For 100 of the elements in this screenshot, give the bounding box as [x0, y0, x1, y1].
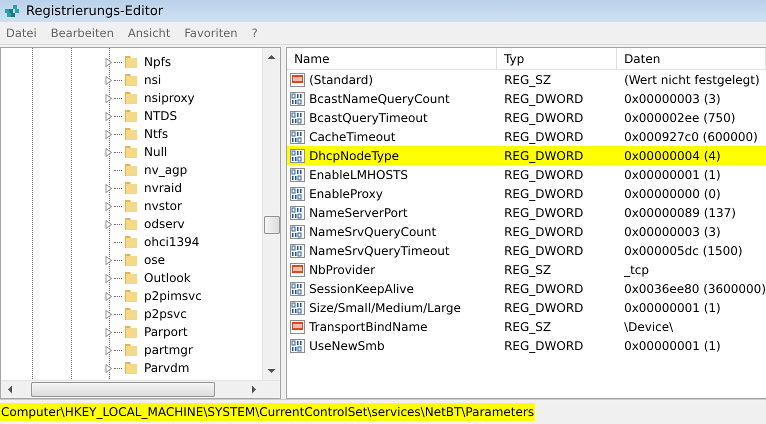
tree-item[interactable]: Parvdm — [1, 359, 262, 377]
binary-value-icon — [290, 128, 306, 144]
menu-item[interactable]: Bearbeiten — [44, 26, 122, 40]
value-type: REG_SZ — [503, 262, 552, 276]
column-header[interactable]: Typ — [497, 48, 618, 69]
value-name: NbProvider — [309, 262, 376, 276]
value-type: REG_DWORD — [503, 92, 584, 106]
value-row[interactable]: EnableProxy REG_DWORD 0x00000000 (0) — [287, 184, 766, 203]
value-type: REG_DWORD — [503, 282, 584, 296]
scroll-down-icon[interactable] — [267, 368, 276, 374]
tree-item[interactable]: NTDS — [1, 107, 262, 125]
tree-item[interactable]: nv_agp — [1, 161, 262, 179]
value-name: NameServerPort — [309, 206, 408, 220]
tree-item[interactable]: nsi — [1, 71, 262, 89]
value-data: 0x00000003 (3) — [623, 224, 722, 238]
value-name: BcastNameQueryCount — [309, 92, 450, 106]
string-value-icon — [290, 72, 306, 88]
registry-icon — [4, 3, 20, 19]
scroll-left-icon[interactable] — [7, 385, 13, 394]
tree-item[interactable]: ohci1394 — [1, 233, 262, 251]
value-row[interactable]: UseNewSmb REG_DWORD 0x00000001 (1) — [287, 336, 766, 355]
value-type: REG_DWORD — [503, 168, 584, 182]
column-header[interactable]: Name — [287, 48, 498, 69]
value-name: DhcpNodeType — [309, 148, 400, 162]
tree-item[interactable]: ose — [1, 251, 262, 269]
tree-item[interactable]: nvraid — [1, 179, 262, 197]
tree-item[interactable]: Npfs — [1, 53, 262, 71]
binary-value-icon — [290, 280, 306, 296]
column-header[interactable]: Daten — [617, 48, 766, 69]
menu-item[interactable]: Favoriten — [178, 26, 246, 40]
binary-value-icon — [290, 110, 306, 126]
value-row[interactable]: (Standard) REG_SZ (Wert nicht festgelegt) — [287, 70, 766, 89]
value-data: 0x00000001 (1) — [623, 338, 722, 352]
tree-item[interactable]: nsiproxy — [1, 89, 262, 107]
scroll-thumb[interactable] — [31, 382, 215, 397]
value-row[interactable]: DhcpNodeType REG_DWORD 0x00000004 (4) — [287, 146, 766, 165]
value-name: BcastQueryTimeout — [309, 110, 428, 124]
folder-icon — [123, 342, 139, 358]
horizontal-scrollbar[interactable] — [1, 380, 280, 398]
scroll-right-icon[interactable] — [251, 385, 258, 394]
value-name: (Standard) — [309, 72, 374, 86]
tree-item[interactable]: partmgr — [1, 341, 262, 359]
value-data: 0x00000000 (0) — [623, 186, 722, 200]
value-row[interactable]: Size/Small/Medium/Large REG_DWORD 0x00000001 (1) — [287, 298, 766, 317]
scroll-up-icon[interactable] — [267, 54, 276, 60]
folder-icon — [123, 54, 139, 70]
string-value-icon — [290, 318, 306, 334]
value-row[interactable]: NbProvider REG_SZ _tcp — [287, 260, 766, 279]
value-data: 0x00000003 (3) — [623, 92, 722, 106]
folder-icon — [123, 324, 139, 340]
folder-icon — [123, 288, 139, 304]
value-name: EnableLMHOSTS — [309, 168, 408, 182]
folder-icon — [123, 360, 139, 376]
value-row[interactable]: CacheTimeout REG_DWORD 0x000927c0 (600000) — [287, 127, 766, 146]
folder-icon — [123, 72, 139, 88]
binary-value-icon — [290, 90, 306, 106]
value-data: 0x00000004 (4) — [623, 148, 722, 162]
window-title: Registrierungs-Editor — [26, 4, 164, 18]
vertical-scrollbar[interactable] — [262, 48, 280, 380]
value-data: \Device\ — [623, 320, 674, 334]
value-row[interactable]: TransportBindName REG_SZ \Device\ — [287, 317, 766, 336]
tree-item[interactable]: odserv — [1, 215, 262, 233]
menu-item[interactable]: Ansicht — [122, 26, 178, 40]
tree-item[interactable]: Null — [1, 143, 262, 161]
menu-item[interactable]: Datei — [0, 26, 45, 40]
value-row[interactable]: SessionKeepAlive REG_DWORD 0x0036ee80 (3600000) — [287, 279, 766, 298]
scroll-thumb[interactable] — [264, 216, 280, 234]
folder-icon — [123, 216, 139, 232]
value-type: REG_DWORD — [503, 110, 584, 124]
value-data: _tcp — [623, 262, 650, 276]
value-name: EnableProxy — [309, 186, 383, 200]
tree-item[interactable]: Parport — [1, 323, 262, 341]
value-row[interactable]: EnableLMHOSTS REG_DWORD 0x00000001 (1) — [287, 165, 766, 184]
binary-value-icon — [290, 186, 306, 202]
value-data: 0x00000001 (1) — [623, 168, 722, 182]
tree-item[interactable]: nvstor — [1, 197, 262, 215]
folder-icon — [123, 126, 139, 142]
tree-item[interactable]: Ntfs — [1, 125, 262, 143]
binary-value-icon — [290, 204, 306, 220]
value-row[interactable]: BcastQueryTimeout REG_DWORD 0x000002ee (750) — [287, 108, 766, 127]
tree-item[interactable]: Outlook — [1, 269, 262, 287]
value-row[interactable]: NameServerPort REG_DWORD 0x00000089 (137) — [287, 203, 766, 222]
value-name: CacheTimeout — [309, 130, 396, 144]
value-name: TransportBindName — [309, 320, 428, 334]
value-name: SessionKeepAlive — [309, 282, 414, 296]
folder-icon — [123, 144, 139, 160]
menu-item[interactable]: ? — [246, 26, 266, 40]
value-type: REG_DWORD — [503, 300, 584, 314]
folder-icon — [123, 270, 139, 286]
value-type: REG_DWORD — [503, 338, 584, 352]
value-row[interactable]: BcastNameQueryCount REG_DWORD 0x00000003 (3) — [287, 89, 766, 108]
tree-item[interactable]: p2pimsvc — [1, 287, 262, 305]
folder-icon — [123, 90, 139, 106]
value-type: REG_DWORD — [503, 244, 584, 258]
value-name: NameSrvQueryCount — [309, 224, 436, 238]
binary-value-icon — [290, 166, 306, 182]
value-row[interactable]: NameSrvQueryTimeout REG_DWORD 0x000005dc (1500) — [287, 241, 766, 260]
tree-item[interactable]: p2psvc — [1, 305, 262, 323]
folder-icon — [123, 252, 139, 268]
value-row[interactable]: NameSrvQueryCount REG_DWORD 0x00000003 (3) — [287, 222, 766, 241]
